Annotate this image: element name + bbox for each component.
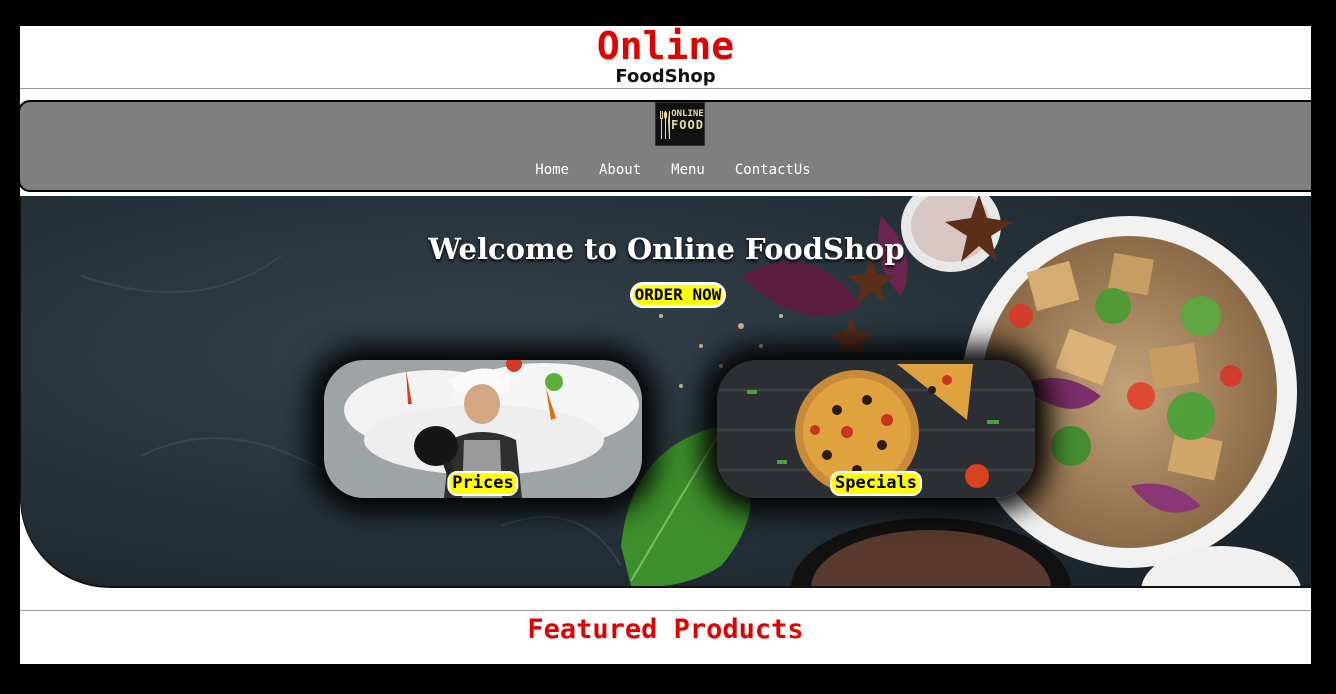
nav-link-menu[interactable]: Menu <box>671 162 705 178</box>
page: Online FoodShop ONLINE FOOD Home About M… <box>20 26 1311 664</box>
featured-products-title: Featured Products <box>527 614 804 645</box>
brand-subtitle: FoodShop <box>615 66 716 87</box>
navbar: ONLINE FOOD Home About Menu ContactUs <box>20 100 1311 192</box>
hero-title: Welcome to Online FoodShop <box>428 232 905 266</box>
logo-text: ONLINE FOOD <box>671 109 704 131</box>
brand-title: Online <box>596 26 735 68</box>
specials-label: Specials <box>830 471 922 496</box>
logo-line-food: FOOD <box>671 118 704 132</box>
order-now-button[interactable]: ORDER NOW <box>630 282 726 308</box>
nav-link-about[interactable]: About <box>599 162 641 178</box>
hero-banner: Welcome to Online FoodShop ORDER NOW Pri… <box>20 196 1311 588</box>
nav-links: Home About Menu ContactUs <box>20 162 1311 178</box>
nav-link-home[interactable]: Home <box>535 162 569 178</box>
site-logo[interactable]: ONLINE FOOD <box>655 102 705 146</box>
prices-card[interactable]: Prices <box>324 360 642 498</box>
prices-label: Prices <box>447 471 519 496</box>
specials-card[interactable]: Specials <box>717 360 1035 498</box>
featured-products-section: Featured Products <box>20 610 1311 664</box>
fork-spoon-knife-icon <box>660 111 670 139</box>
site-header: Online FoodShop <box>20 26 1311 89</box>
nav-link-contactus[interactable]: ContactUs <box>735 162 811 178</box>
